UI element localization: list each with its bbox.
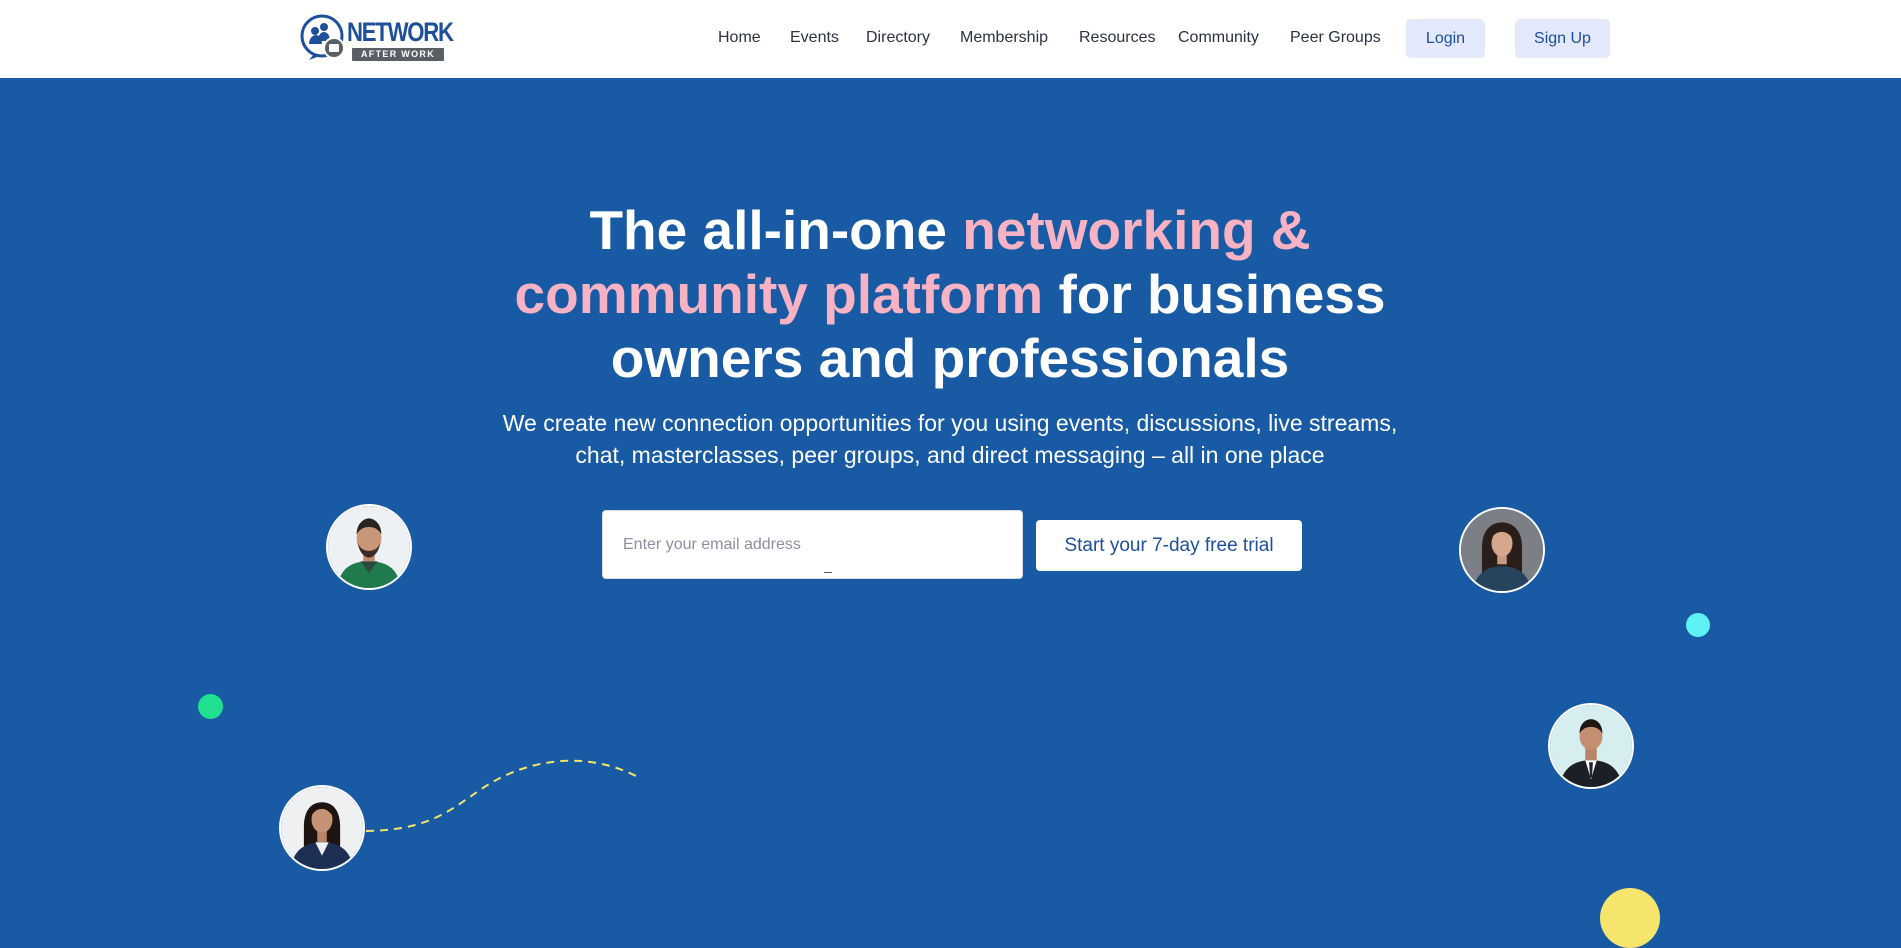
logo-tagline: AFTER WORK (352, 48, 444, 61)
logo-wordmark: NETWORK (347, 17, 454, 47)
nav-link-directory[interactable]: Directory (866, 29, 930, 47)
avatar-woman-dark-top (1459, 507, 1545, 593)
person-photo-icon (1461, 509, 1543, 591)
text-cursor-indicator (824, 572, 832, 573)
person-photo-icon (281, 787, 363, 869)
hero-subtitle: We create new connection opportunities f… (502, 410, 1398, 468)
nav-link-resources[interactable]: Resources (1079, 29, 1155, 47)
hero-headline-part1: The all-in-one (589, 199, 963, 261)
people-network-logo-icon (300, 14, 345, 60)
top-navigation-bar: NETWORK AFTER WORK Home Events Directory… (0, 0, 1901, 78)
decorative-yellow-circle (1600, 888, 1660, 948)
avatar-man-green-sweater (326, 504, 412, 590)
network-after-work-logo[interactable]: NETWORK AFTER WORK (300, 14, 454, 62)
email-input[interactable] (602, 510, 1023, 579)
dashed-connector-curve (365, 759, 637, 832)
decorative-cyan-dot (1686, 613, 1710, 637)
avatar-woman-blazer (279, 785, 365, 871)
avatar-man-suit (1548, 703, 1634, 789)
nav-link-peer-groups[interactable]: Peer Groups (1290, 29, 1381, 47)
start-free-trial-button[interactable]: Start your 7-day free trial (1036, 520, 1302, 571)
login-button[interactable]: Login (1406, 19, 1485, 58)
nav-link-community[interactable]: Community (1178, 29, 1259, 47)
signup-button[interactable]: Sign Up (1515, 19, 1610, 58)
person-photo-icon (1550, 705, 1632, 787)
nav-link-events[interactable]: Events (790, 29, 839, 47)
person-photo-icon (328, 506, 410, 588)
nav-link-home[interactable]: Home (718, 29, 761, 47)
hero-headline: The all-in-one networking & community pl… (450, 198, 1450, 390)
decorative-green-dot (198, 694, 223, 719)
nav-link-membership[interactable]: Membership (960, 29, 1048, 47)
